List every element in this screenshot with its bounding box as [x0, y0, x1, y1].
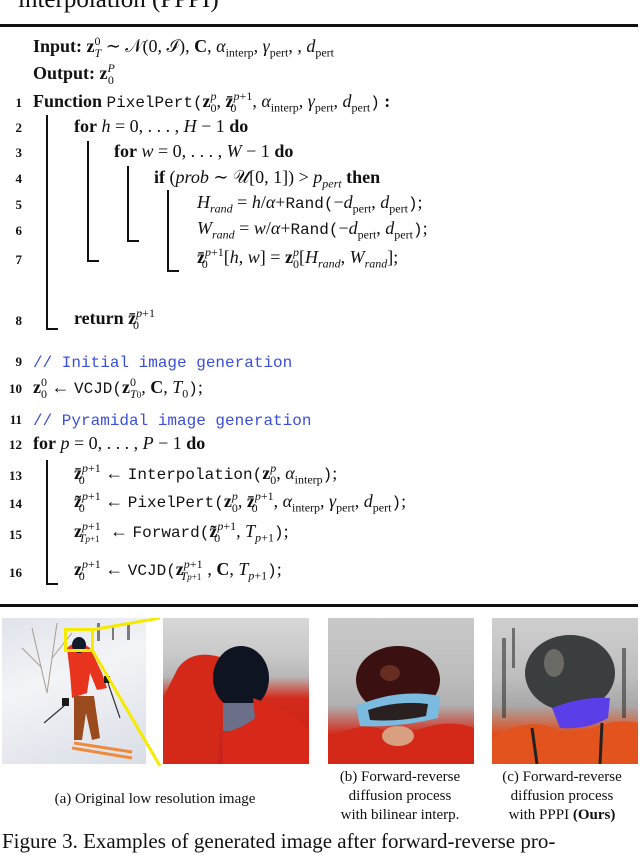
original-zoomed-crop	[163, 618, 309, 764]
keyword: then	[346, 167, 381, 187]
line-number: 2	[15, 120, 23, 135]
algorithm-line-12: for p = 0, . . . , P − 1 do	[33, 433, 206, 453]
algorithm-line-4: if (prob ∼ 𝒰[0, 1]) > ppert then	[154, 167, 381, 191]
function-name: VCJD	[127, 562, 167, 580]
line-number: 5	[15, 197, 23, 212]
keyword: do	[186, 433, 206, 453]
output-label: Output:	[33, 63, 96, 83]
caption-c-ours: (Ours)	[572, 807, 616, 823]
line-number: 3	[15, 145, 23, 160]
function-name: Forward	[132, 524, 200, 542]
line-number: 7	[15, 252, 23, 267]
indent-bar-end	[46, 583, 58, 585]
function-name: Rand	[290, 221, 329, 239]
keyword: Function	[33, 91, 103, 111]
section-heading: interpolation (PPPI)	[18, 0, 219, 14]
function-name: PixelPert	[106, 94, 193, 112]
line-number: 15	[9, 527, 22, 542]
algorithm-line-2: for h = 0, . . . , H − 1 do	[74, 116, 249, 136]
algorithm-line-3: for w = 0, . . . , W − 1 do	[114, 141, 294, 161]
indent-bar-end	[87, 260, 99, 262]
algorithm-input: Input: z0T ∼ 𝒩(0, ℐ), C, αinterp, γpert,…	[33, 34, 334, 60]
algorithm-line-16: zp+10 ← VCJD(zp+1Tp+1, C, Tp+1);	[74, 557, 282, 583]
indent-bar-end	[46, 328, 58, 330]
indent-bar	[127, 166, 129, 241]
algorithm-line-15: zp+1Tp+1 ← Forward(z̃p+10, Tp+1);	[74, 519, 289, 545]
caption-b-line: with bilinear interp.	[340, 807, 460, 823]
input-label: Input:	[33, 36, 83, 56]
line-number: 16	[9, 565, 22, 580]
caption-c: (c) Forward-reverse diffusion process wi…	[484, 768, 640, 825]
function-name: Interpolation	[127, 466, 253, 484]
figure-caption: Figure 3. Examples of generated image af…	[2, 829, 556, 853]
caption-c-line: diffusion process	[510, 788, 614, 804]
line-number: 9	[15, 354, 23, 369]
line-number: 14	[9, 496, 22, 511]
caption-b: (b) Forward-reverse diffusion process wi…	[318, 768, 482, 825]
algorithm-line-1: Function PixelPert(zp0, z̄p+10, αinterp,…	[33, 89, 391, 115]
keyword: do	[274, 141, 294, 161]
caption-b-line: (b) Forward-reverse	[339, 769, 461, 785]
line-number: 10	[9, 381, 22, 396]
algorithm-line-14: z̃p+10 ← PixelPert(zp0, z̄p+10, αinterp,…	[74, 489, 407, 515]
indent-bar	[46, 460, 48, 584]
algorithm-line-8: return z̄p+10	[74, 306, 155, 332]
keyword: if	[154, 167, 165, 187]
algorithm-bottom-rule	[0, 604, 638, 607]
algorithm-line-5: Hrand = h/α+Rand(−dpert, dpert);	[197, 192, 423, 216]
algorithm-line-13: z̄p+10 ← Interpolation(zp0, αinterp);	[74, 461, 338, 487]
function-name: PixelPert	[127, 494, 215, 512]
caption-a: (a) Original low resolution image	[54, 791, 256, 807]
helmet-face-sharp-illustration	[492, 628, 638, 764]
line-number: 12	[9, 437, 22, 452]
algorithm-line-9: // Initial image generation	[33, 350, 292, 374]
zoom-connector-lines	[89, 618, 162, 767]
algorithm-line-6: Wrand = w/α+Rand(−dpert, dpert);	[197, 218, 428, 242]
algorithm-line-10: z00 ← VCJD(z0T0, C, T0);	[33, 375, 203, 401]
indent-bar-end	[127, 240, 139, 242]
algorithm-line-7: z̄p+10 [h, w] = zp0[Hrand, Wrand];	[197, 245, 399, 271]
output-expression: zP0	[99, 61, 115, 87]
keyword: for	[74, 116, 97, 136]
input-expression: z0T ∼ 𝒩(0, ℐ), C, αinterp, γpert, , dper…	[86, 34, 334, 60]
keyword: return	[74, 308, 124, 328]
keyword: do	[229, 116, 249, 136]
function-name: Rand	[285, 195, 324, 213]
line-number: 11	[9, 412, 22, 427]
line-number: 13	[9, 468, 22, 483]
caption-c-line: (c) Forward-reverse	[502, 769, 622, 785]
pppi-result-image	[492, 618, 638, 764]
indent-bar	[46, 115, 48, 330]
algorithm-output: Output: zP0	[33, 61, 115, 87]
comment: // Initial image generation	[33, 354, 293, 372]
bilinear-result-image	[328, 618, 474, 764]
keyword: for	[33, 433, 56, 453]
keyword: for	[114, 141, 137, 161]
indent-bar	[167, 190, 169, 271]
indent-bar-end	[167, 270, 179, 272]
comment: // Pyramidal image generation	[33, 412, 312, 430]
function-name: VCJD	[74, 380, 113, 398]
line-number: 1	[15, 95, 23, 110]
line-number: 8	[15, 313, 23, 328]
indent-bar	[87, 141, 89, 262]
caption-b-line: diffusion process	[348, 788, 452, 804]
caption-c-line: with PPPI	[508, 807, 570, 823]
line-number: 4	[15, 171, 23, 186]
algorithm-line-11: // Pyramidal image generation	[33, 408, 311, 432]
pixelated-face-illustration	[163, 646, 309, 764]
helmet-face-blurry-illustration	[328, 646, 474, 764]
line-number: 6	[15, 223, 23, 238]
algorithm-top-rule	[0, 24, 638, 27]
